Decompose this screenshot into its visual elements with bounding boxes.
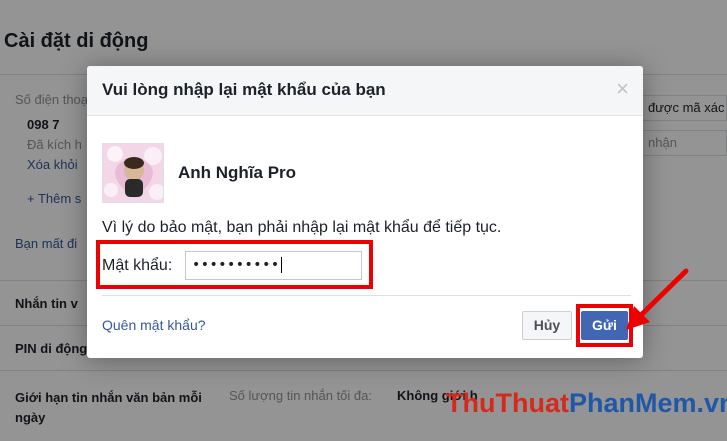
watermark-part-2: PhanMem — [568, 388, 697, 418]
watermark-part-3: .vn — [696, 388, 727, 418]
text-cursor — [280, 257, 282, 273]
reenter-password-dialog: Vui lòng nhập lại mật khẩu của bạn × Anh… — [87, 66, 643, 358]
avatar-image — [103, 144, 163, 202]
password-value: •••••••••• — [192, 257, 280, 273]
forgot-password-link[interactable]: Quên mật khẩu? — [102, 317, 206, 333]
red-arrow-icon — [626, 268, 689, 330]
dialog-title: Vui lòng nhập lại mật khẩu của bạn — [102, 80, 386, 99]
watermark: ThuThuatPhanMem.vn — [446, 388, 727, 419]
watermark-part-1: ThuThuat — [446, 388, 569, 418]
user-name: Anh Nghĩa Pro — [178, 163, 297, 182]
password-label: Mật khẩu: — [102, 257, 173, 274]
close-icon[interactable]: × — [616, 78, 629, 100]
avatar — [102, 143, 164, 203]
password-field[interactable]: •••••••••• — [185, 251, 362, 280]
divider — [102, 295, 631, 296]
dialog-header: Vui lòng nhập lại mật khẩu của bạn × — [87, 66, 643, 116]
security-message: Vì lý do bảo mật, bạn phải nhập lại mật … — [102, 219, 502, 236]
cancel-button[interactable]: Hủy — [522, 311, 572, 340]
